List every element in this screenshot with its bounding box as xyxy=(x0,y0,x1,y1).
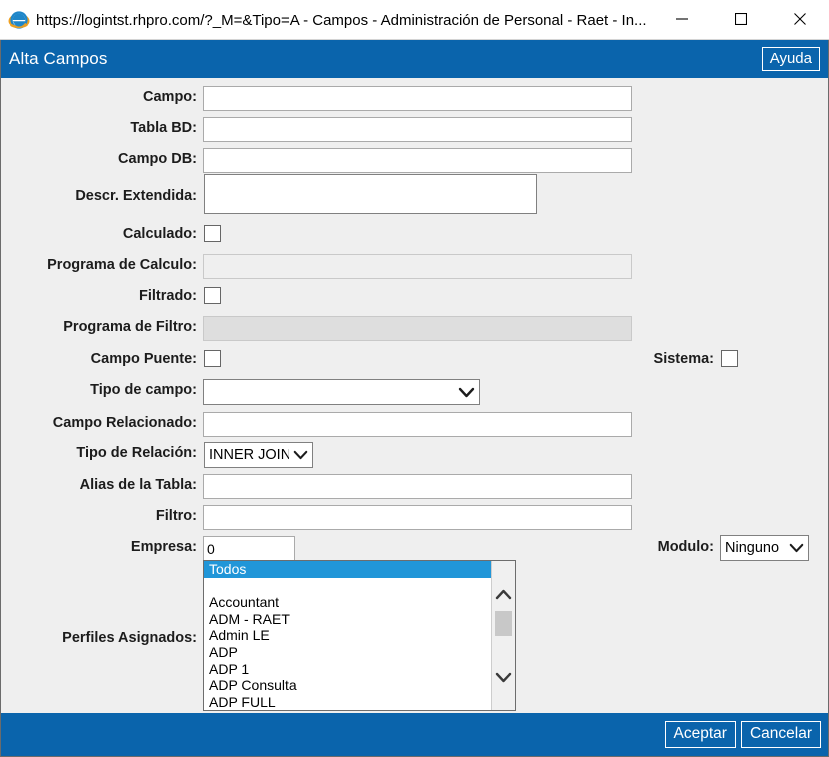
label-campo: Campo: xyxy=(143,89,197,105)
input-programa-filtro xyxy=(203,316,632,341)
label-campo-db: Campo DB: xyxy=(118,151,197,167)
select-modulo-value: Ninguno xyxy=(725,540,780,556)
input-campo-db[interactable] xyxy=(203,148,632,173)
label-campo-relacionado: Campo Relacionado: xyxy=(52,415,197,431)
field-row-programa-filtro: Programa de Filtro: xyxy=(1,319,203,335)
cancel-button[interactable]: Cancelar xyxy=(740,721,821,748)
field-row-alias-tabla: Alias de la Tabla: xyxy=(1,477,203,493)
textarea-descr-extendida[interactable] xyxy=(204,174,537,214)
input-tabla-bd[interactable] xyxy=(203,117,632,142)
list-item[interactable]: Accountant xyxy=(204,594,491,611)
browser-title: https://logintst.rhpro.com/?_M=&Tipo=A -… xyxy=(36,11,647,28)
scroll-up-icon[interactable] xyxy=(492,583,515,605)
label-programa-calculo: Programa de Calculo: xyxy=(47,257,197,273)
label-filtro: Filtro: xyxy=(155,508,197,524)
field-row-campo: Campo: xyxy=(1,89,203,105)
field-row-sistema: Sistema: xyxy=(541,351,720,367)
scrollbar-thumb[interactable] xyxy=(495,611,512,636)
field-row-perfiles: Perfiles Asignados: xyxy=(1,630,203,646)
field-row-descr-extendida: Descr. Extendida: xyxy=(1,188,203,204)
dialog-header: Alta Campos Ayuda xyxy=(0,40,829,78)
select-modulo[interactable]: Ninguno xyxy=(720,535,809,561)
field-row-tabla-bd: Tabla BD: xyxy=(1,120,203,136)
input-campo[interactable] xyxy=(203,86,632,111)
label-calculado: Calculado: xyxy=(122,226,197,242)
field-row-campo-relacionado: Campo Relacionado: xyxy=(1,415,203,431)
label-perfiles-asignados: Perfiles Asignados: xyxy=(62,630,197,646)
input-programa-calculo xyxy=(203,254,632,279)
list-item[interactable]: ADP xyxy=(204,644,491,661)
form-area: Campo: Tabla BD: Campo DB: Descr. Extend… xyxy=(0,78,829,713)
field-row-calculado: Calculado: xyxy=(1,226,203,242)
maximize-button[interactable] xyxy=(711,0,770,39)
checkbox-filtrado[interactable] xyxy=(204,287,221,304)
scroll-down-icon[interactable] xyxy=(492,666,515,688)
checkbox-calculado[interactable] xyxy=(204,225,221,242)
perfiles-list: Todos Accountant ADM - RAET Admin LE ADP ADP… xyxy=(204,561,491,710)
field-row-tipo-de-relacion: Tipo de Relación: xyxy=(1,445,203,461)
label-descr-extendida: Descr. Extendida: xyxy=(75,188,197,204)
list-item[interactable]: ADP Consulta xyxy=(204,677,491,694)
label-filtrado: Filtrado: xyxy=(139,288,197,304)
list-item[interactable]: Todos xyxy=(204,561,491,578)
label-sistema: Sistema: xyxy=(653,351,714,367)
input-filtro[interactable] xyxy=(203,505,632,530)
listbox-perfiles-asignados[interactable]: Todos Accountant ADM - RAET Admin LE ADP ADP… xyxy=(203,560,516,711)
label-tabla-bd: Tabla BD: xyxy=(130,120,197,136)
browser-window: https://logintst.rhpro.com/?_M=&Tipo=A -… xyxy=(0,0,829,757)
page-title: Alta Campos xyxy=(9,49,108,68)
field-row-programa-calculo: Programa de Calculo: xyxy=(1,257,203,273)
field-row-campo-db: Campo DB: xyxy=(1,151,203,167)
minimize-button[interactable] xyxy=(652,0,711,39)
internet-explorer-icon xyxy=(8,9,30,31)
field-row-empresa: Empresa: xyxy=(1,539,203,555)
listbox-scrollbar[interactable] xyxy=(491,561,515,710)
chevron-down-icon xyxy=(293,450,308,460)
label-tipo-de-relacion: Tipo de Relación: xyxy=(76,445,197,461)
list-item[interactable]: ADP FULL xyxy=(204,694,491,710)
list-item[interactable]: ADM - RAET xyxy=(204,611,491,628)
select-tipo-de-relacion[interactable]: INNER JOIN xyxy=(204,442,313,468)
accept-button[interactable]: Aceptar xyxy=(664,721,736,748)
field-row-filtro: Filtro: xyxy=(1,508,203,524)
input-empresa[interactable] xyxy=(203,536,295,561)
label-campo-puente: Campo Puente: xyxy=(90,351,197,367)
label-programa-filtro: Programa de Filtro: xyxy=(63,319,197,335)
list-item[interactable]: Admin LE xyxy=(204,627,491,644)
window-controls xyxy=(652,0,829,40)
label-empresa: Empresa: xyxy=(130,539,197,555)
field-row-filtrado: Filtrado: xyxy=(1,288,203,304)
input-alias-tabla[interactable] xyxy=(203,474,632,499)
dialog-footer: Aceptar Cancelar xyxy=(0,713,829,757)
checkbox-sistema[interactable] xyxy=(721,350,738,367)
help-button[interactable]: Ayuda xyxy=(761,47,820,71)
input-campo-relacionado[interactable] xyxy=(203,412,632,437)
close-button[interactable] xyxy=(770,0,829,39)
select-tipo-de-relacion-value: INNER JOIN xyxy=(209,447,289,463)
chevron-down-icon xyxy=(458,387,475,398)
list-item[interactable] xyxy=(204,578,491,595)
select-tipo-de-campo[interactable] xyxy=(203,379,480,405)
checkbox-campo-puente[interactable] xyxy=(204,350,221,367)
label-modulo: Modulo: xyxy=(657,539,714,555)
title-bar: https://logintst.rhpro.com/?_M=&Tipo=A -… xyxy=(0,0,829,40)
field-row-tipo-de-campo: Tipo de campo: xyxy=(1,382,203,398)
field-row-modulo: Modulo: xyxy=(576,539,720,555)
field-row-campo-puente: Campo Puente: xyxy=(1,351,203,367)
label-alias-tabla: Alias de la Tabla: xyxy=(79,477,197,493)
list-item[interactable]: ADP 1 xyxy=(204,661,491,678)
chevron-down-icon xyxy=(789,543,804,553)
label-tipo-de-campo: Tipo de campo: xyxy=(90,382,197,398)
